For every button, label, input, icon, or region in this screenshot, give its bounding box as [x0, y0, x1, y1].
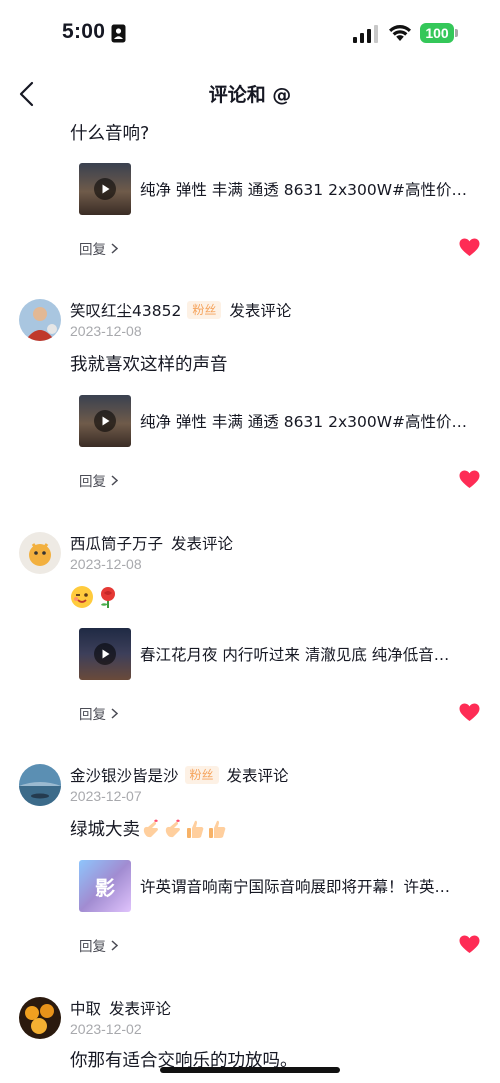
reply-button[interactable]: 回复: [79, 238, 118, 258]
reply-button[interactable]: 回复: [79, 470, 118, 490]
video-thumbnail: [79, 395, 131, 447]
username[interactable]: 中取: [70, 997, 101, 1019]
comment-date: 2023-12-07: [70, 788, 142, 804]
avatar-image: [19, 532, 61, 574]
reply-button[interactable]: 回复: [79, 935, 118, 955]
nav-bar: 评论和 @: [0, 66, 500, 122]
chevron-right-icon: [111, 474, 118, 486]
like-heart-icon[interactable]: [459, 935, 480, 954]
username[interactable]: 西瓜筒子万子: [70, 532, 163, 554]
video-title: 纯净 弹性 丰满 通透 8631 2x300W#高性价…: [140, 413, 468, 431]
action-text: 发表评论: [229, 302, 292, 320]
video-title: 春江花月夜 内行听过来 清澈见底 纯净低音…: [140, 646, 450, 664]
avatar[interactable]: [19, 532, 61, 574]
reply-label: 回复: [79, 242, 106, 258]
thumbs-up-emoji-icon: [209, 820, 226, 838]
reply-label: 回复: [79, 939, 106, 955]
comment-text: 绿城大卖: [70, 820, 140, 840]
fan-badge: 粉丝: [184, 766, 219, 784]
comment-list[interactable]: 什么音响? 纯净 弹性 丰满 通透 8631 2x300W#高性价… 回复 笑叹…: [0, 0, 500, 1083]
video-card[interactable]: 纯净 弹性 丰满 通透 8631 2x300W#高性价…: [79, 162, 479, 216]
video-title: 许英谓音响南宁国际音响展即将开幕！许英…: [140, 878, 451, 896]
comment-date: 2023-12-08: [70, 556, 142, 572]
reply-label: 回复: [79, 474, 106, 490]
comment-header: 中取 发表评论: [70, 997, 171, 1019]
finger-heart-emoji-icon: [143, 819, 158, 837]
video-card[interactable]: 影 许英谓音响南宁国际音响展即将开幕！许英…: [79, 859, 479, 913]
thumbs-up-emoji-icon: [187, 820, 204, 838]
comment-header: 西瓜筒子万子 发表评论: [70, 532, 233, 554]
thumbnail-text: 影: [95, 876, 115, 900]
video-card[interactable]: 春江花月夜 内行听过来 清澈见底 纯净低音…: [79, 627, 479, 681]
avatar-image: [19, 764, 61, 806]
video-title: 纯净 弹性 丰满 通透 8631 2x300W#高性价…: [140, 181, 468, 199]
avatar[interactable]: [19, 764, 61, 806]
action-text: 发表评论: [226, 767, 289, 785]
username[interactable]: 金沙银沙皆是沙: [70, 764, 179, 786]
avatar-image: [19, 299, 61, 341]
avatar-image: [19, 997, 61, 1039]
comment-header: 笑叹红尘43852 粉丝 发表评论: [70, 299, 291, 321]
wink-emoji-icon: [71, 586, 93, 608]
avatar[interactable]: [19, 997, 61, 1039]
rose-emoji-icon: [101, 587, 115, 608]
avatar[interactable]: [19, 299, 61, 341]
comment-date: 2023-12-08: [70, 323, 142, 339]
home-indicator: [160, 1067, 340, 1073]
video-card[interactable]: 纯净 弹性 丰满 通透 8631 2x300W#高性价…: [79, 394, 479, 448]
like-heart-icon[interactable]: [459, 703, 480, 722]
reply-label: 回复: [79, 707, 106, 723]
video-thumbnail: 影: [79, 860, 131, 912]
chevron-right-icon: [111, 939, 118, 951]
finger-heart-emoji-icon: [165, 819, 180, 837]
fan-badge: 粉丝: [187, 301, 222, 319]
chevron-right-icon: [111, 242, 118, 254]
play-icon: [94, 178, 116, 200]
play-icon: [94, 643, 116, 665]
reply-button[interactable]: 回复: [79, 703, 118, 723]
emoji-row: [70, 585, 120, 609]
like-heart-icon[interactable]: [459, 238, 480, 257]
comment-date: 2023-12-02: [70, 1021, 142, 1037]
like-heart-icon[interactable]: [459, 470, 480, 489]
page-title: 评论和 @: [208, 84, 292, 106]
video-thumbnail: [79, 163, 131, 215]
comment-text: 什么音响?: [70, 124, 150, 144]
comment-text: 我就喜欢这样的声音: [70, 355, 228, 375]
action-text: 发表评论: [171, 535, 234, 553]
comment-header: 金沙银沙皆是沙 粉丝 发表评论: [70, 764, 289, 786]
chevron-right-icon: [111, 707, 118, 719]
video-thumbnail: [79, 628, 131, 680]
comment-text-row: 绿城大卖: [70, 816, 228, 841]
username[interactable]: 笑叹红尘43852: [70, 299, 181, 321]
play-icon: [94, 410, 116, 432]
action-text: 发表评论: [109, 1000, 172, 1018]
